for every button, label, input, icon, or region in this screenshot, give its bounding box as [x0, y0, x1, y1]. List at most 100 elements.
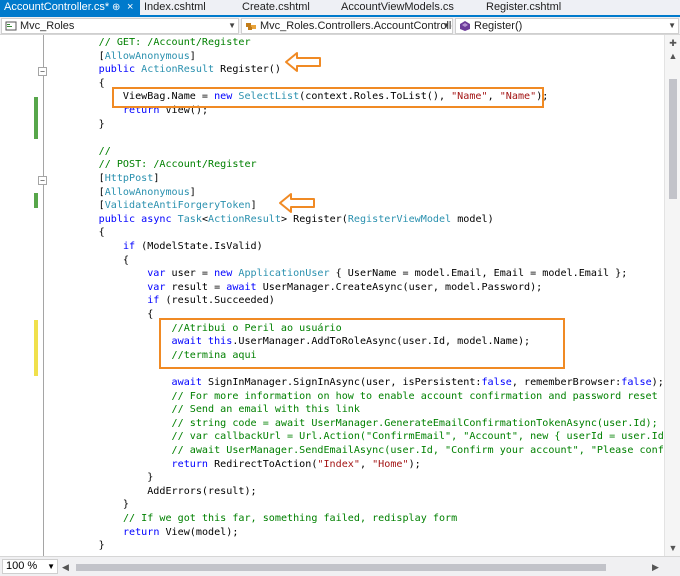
code-token: { UserName = model.Email, Email = model.… — [329, 268, 628, 280]
code-token: UserManager.CreateAsync(user, model.Pass… — [256, 281, 543, 293]
code-line[interactable]: // — [50, 145, 111, 159]
code-token: // await UserManager.SendEmailAsync(user… — [171, 445, 664, 456]
code-line[interactable]: ViewBag.Name = new SelectList(context.Ro… — [50, 90, 548, 104]
code-line[interactable]: await this.UserManager.AddToRoleAsync(us… — [50, 335, 531, 349]
scroll-down-icon[interactable]: ▼ — [668, 543, 678, 553]
vertical-scrollbar[interactable]: ✚ ▲ ▼ — [664, 35, 680, 556]
code-line[interactable]: return View(); — [50, 104, 208, 118]
code-line[interactable]: if (result.Succeeded) — [50, 294, 275, 308]
code-line[interactable]: } — [50, 498, 129, 512]
code-line[interactable]: public ActionResult Register() — [50, 63, 281, 77]
scroll-left-icon[interactable]: ◀ — [62, 561, 72, 573]
code-line[interactable]: } — [50, 471, 153, 485]
code-line[interactable]: // GET: /Account/Register — [50, 36, 251, 50]
code-line[interactable]: var user = new ApplicationUser { UserNam… — [50, 267, 627, 281]
code-line[interactable]: var result = await UserManager.CreateAsy… — [50, 281, 542, 295]
code-line[interactable]: return View(model); — [50, 526, 238, 540]
code-token: ); — [651, 377, 664, 388]
code-token: ApplicationUser — [238, 268, 330, 280]
collapse-icon[interactable]: − — [38, 67, 47, 76]
code-line[interactable]: [AllowAnonymous] — [50, 50, 196, 64]
code-line[interactable]: // POST: /Account/Register — [50, 158, 257, 172]
code-line[interactable]: { — [50, 308, 153, 322]
code-line[interactable]: public async Task<ActionResult> Register… — [50, 213, 494, 227]
horizontal-scrollbar[interactable]: ◀ ▶ — [62, 561, 662, 573]
code-line[interactable]: // await UserManager.SendEmailAsync(user… — [50, 444, 664, 458]
class-name: Mvc_Roles.Controllers.AccountController — [260, 20, 453, 32]
scroll-up-icon[interactable]: ▲ — [668, 51, 678, 61]
tab-label: AccountViewModels.cs — [341, 1, 454, 13]
class-dropdown[interactable]: Mvc_Roles.Controllers.AccountController … — [241, 18, 453, 34]
code-line[interactable]: [ValidateAntiForgeryToken] — [50, 199, 257, 213]
tab-register-cshtml[interactable]: Register.cshtml — [486, 0, 561, 15]
code-line[interactable]: if (ModelState.IsValid) — [50, 240, 263, 254]
code-token: ValidateAntiForgeryToken — [104, 200, 251, 212]
code-token: // Send an email with this link — [171, 404, 360, 416]
code-token: new — [214, 268, 233, 280]
code-token: ); — [536, 91, 549, 103]
code-token: var — [147, 281, 166, 293]
code-token: await — [171, 336, 202, 348]
code-line[interactable]: // string code = await UserManager.Gener… — [50, 417, 658, 431]
code-line[interactable]: //termina aqui — [50, 349, 257, 363]
code-line[interactable]: { — [50, 226, 105, 240]
code-token: , rememberBrowser: — [511, 377, 622, 388]
code-token: async — [141, 213, 172, 225]
scrollbar-thumb[interactable] — [76, 564, 606, 571]
scrollbar-thumb[interactable] — [669, 79, 677, 199]
code-line[interactable]: } — [50, 118, 105, 132]
code-token: // If we got this far, something failed,… — [122, 513, 458, 524]
code-editor[interactable]: − − // GET: /Account/Register [AllowAnon… — [0, 35, 664, 556]
project-name: Mvc_Roles — [20, 20, 75, 32]
code-line[interactable]: // Send an email with this link — [50, 403, 360, 417]
zoom-dropdown[interactable]: 100 % ▼ — [2, 559, 58, 574]
project-dropdown[interactable]: Mvc_Roles ▼ — [1, 18, 239, 34]
code-line[interactable]: await SignInManager.SignInAsync(user, is… — [50, 376, 664, 390]
editor-status-bar: 100 % ▼ ◀ ▶ — [0, 556, 680, 576]
tab-index-cshtml[interactable]: Index.cshtml — [144, 0, 206, 15]
code-line[interactable]: [HttpPost] — [50, 172, 160, 186]
code-token: // POST: /Account/Register — [98, 159, 257, 171]
code-token: var — [147, 268, 166, 280]
code-line[interactable]: } — [50, 539, 105, 553]
code-line[interactable]: // For more information on how to enable… — [50, 390, 664, 404]
code-token: false — [481, 377, 512, 388]
code-line[interactable]: // If we got this far, something failed,… — [50, 512, 457, 526]
code-line[interactable]: [AllowAnonymous] — [50, 186, 196, 200]
code-token: , — [487, 91, 500, 103]
code-token: AddErrors(result); — [50, 485, 257, 497]
code-token: , — [359, 458, 373, 470]
code-token: ); — [408, 458, 421, 470]
scroll-right-icon[interactable]: ▶ — [652, 561, 662, 573]
split-icon[interactable]: ✚ — [668, 38, 678, 48]
code-token: ] — [189, 186, 196, 198]
code-line[interactable]: return RedirectToAction("Index", "Home")… — [50, 458, 421, 472]
code-token: AllowAnonymous — [104, 186, 190, 198]
code-line[interactable]: //Atribui o Peril ao usuário — [50, 322, 342, 336]
code-token: } — [50, 540, 105, 552]
code-token: ActionResult — [208, 213, 281, 225]
code-token: ViewBag.Name = — [50, 91, 215, 103]
member-dropdown[interactable]: Register() ▼ — [455, 18, 679, 34]
collapse-icon[interactable]: − — [38, 176, 47, 185]
tab-accountviewmodels[interactable]: AccountViewModels.cs — [341, 0, 454, 15]
chevron-down-icon: ▼ — [442, 21, 450, 30]
code-line[interactable]: // var callbackUrl = Url.Action("Confirm… — [50, 430, 664, 444]
close-icon[interactable]: × — [127, 0, 133, 15]
zoom-level: 100 % — [6, 560, 38, 572]
pin-icon[interactable]: ⊕ — [112, 0, 120, 15]
tab-accountcontroller[interactable]: AccountController.cs* ⊕ × — [0, 0, 140, 15]
code-line[interactable]: AddErrors(result); — [50, 485, 257, 499]
change-marker-saved — [34, 97, 38, 111]
code-line[interactable]: { — [50, 77, 105, 91]
code-line[interactable]: { — [50, 254, 129, 268]
code-token: "Home" — [372, 458, 409, 470]
tab-create-cshtml[interactable]: Create.cshtml — [242, 0, 310, 15]
